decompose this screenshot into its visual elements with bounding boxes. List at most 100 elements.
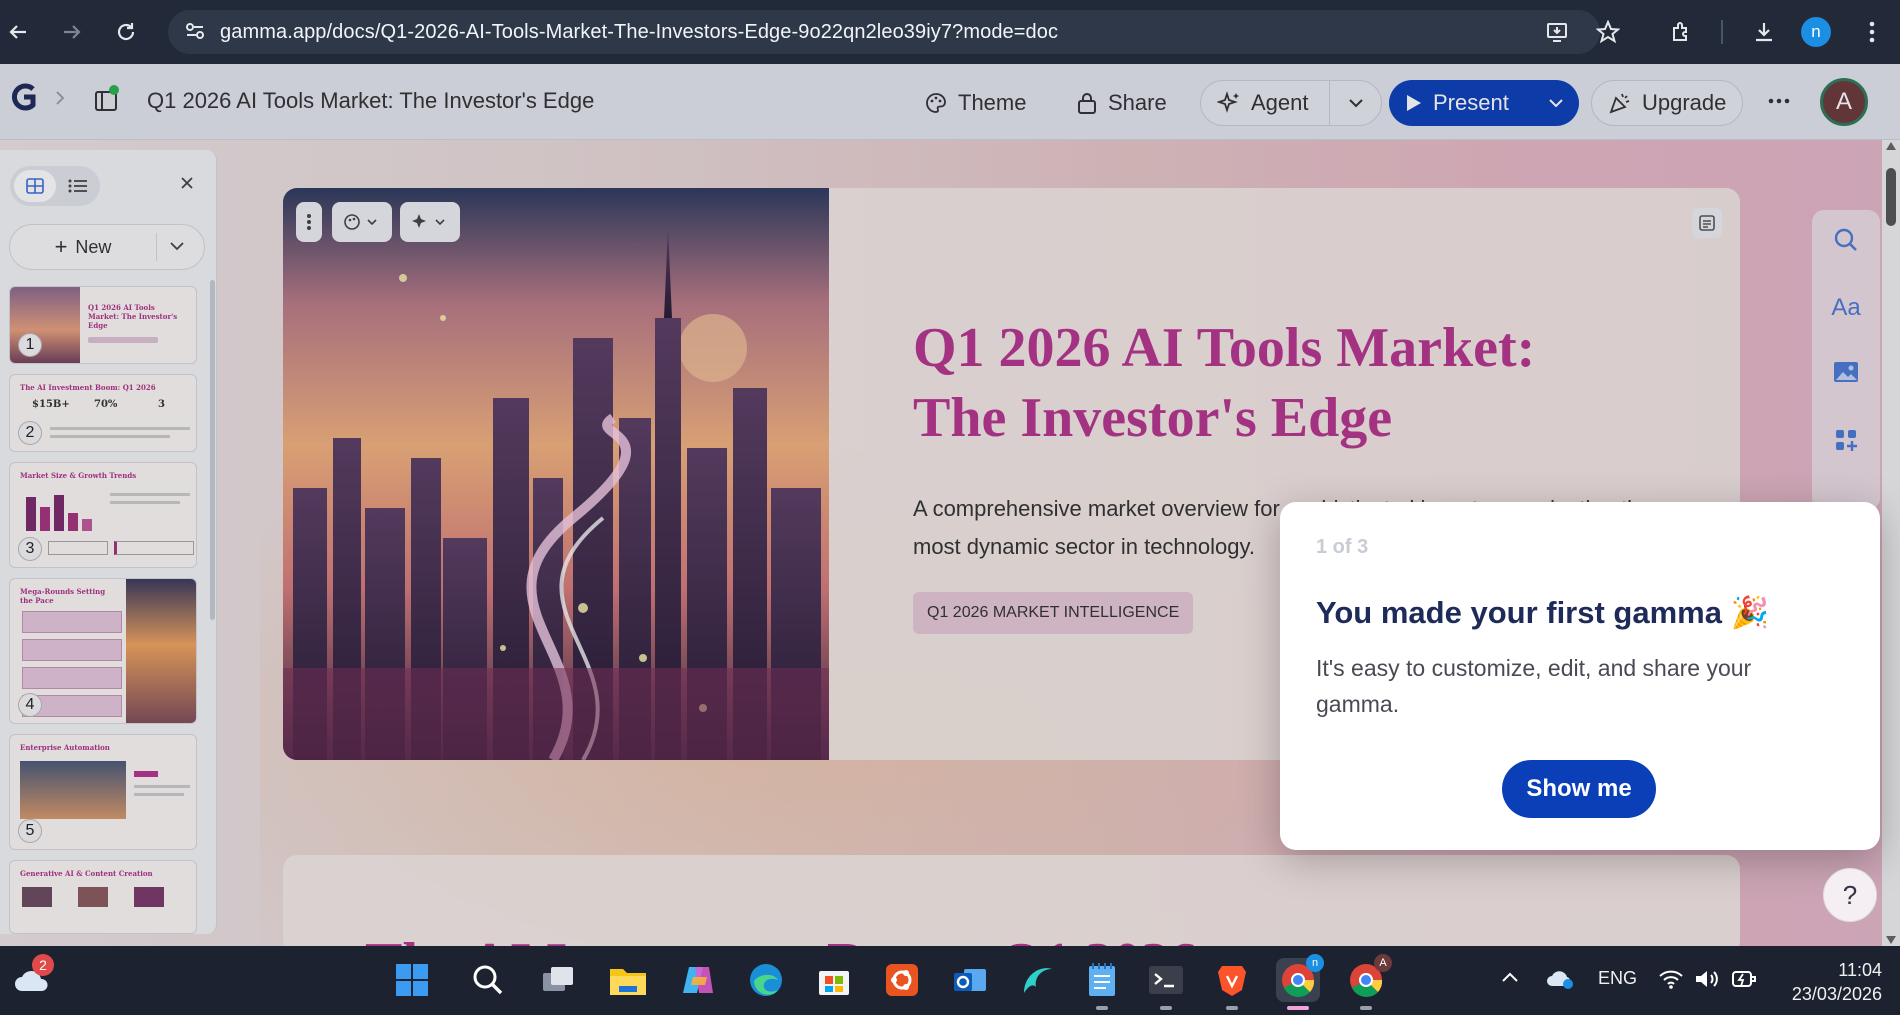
thumbnail-title: The AI Investment Boom: Q1 2026 (20, 383, 156, 392)
new-card-button[interactable]: + New (10, 225, 156, 269)
text-style-icon[interactable]: Aa (1830, 292, 1862, 324)
agent-control: Agent (1200, 80, 1382, 126)
chevron-down-icon[interactable] (168, 237, 192, 257)
back-icon[interactable] (2, 16, 34, 48)
wifi-icon[interactable] (1658, 968, 1684, 995)
upgrade-button[interactable]: Upgrade (1591, 80, 1744, 126)
bookmark-star-icon[interactable] (1592, 16, 1624, 48)
thumbnail-title: Market Size & Growth Trends (20, 471, 137, 480)
wave-app-icon[interactable] (1016, 958, 1060, 1002)
task-view-icon[interactable] (536, 958, 580, 1002)
profile-avatar[interactable]: n (1801, 17, 1831, 47)
copilot-icon[interactable] (676, 958, 720, 1002)
slide-thumbnail-1[interactable]: Q1 2026 AI Tools Market: The Investor's … (9, 286, 197, 364)
hero-image[interactable] (283, 188, 829, 760)
thumbnail-number: 5 (18, 819, 42, 843)
card-ai-button[interactable] (400, 202, 460, 242)
weather-widget-icon[interactable]: 2 (10, 954, 54, 1002)
notepad-icon[interactable] (1080, 958, 1124, 1010)
slides-sidebar: + New Q1 2026 AI Tools Market: The Inves… (0, 150, 217, 934)
brave-icon[interactable] (1210, 958, 1254, 1010)
market-tag[interactable]: Q1 2026 MARKET INTELLIGENCE (913, 592, 1194, 634)
agent-button[interactable]: Agent (1201, 90, 1329, 116)
list-view-icon[interactable] (62, 174, 94, 198)
slide-thumbnail-5[interactable]: Enterprise Automation 5 (9, 734, 197, 850)
theme-button[interactable]: Theme (912, 80, 1038, 126)
install-app-icon[interactable] (1542, 16, 1574, 48)
edge-icon[interactable] (744, 958, 788, 1002)
palette-icon (926, 93, 946, 113)
thumbnail-row (22, 639, 122, 661)
user-avatar[interactable]: A (1820, 78, 1868, 126)
slide-thumbnail-4[interactable]: Mega-Rounds Setting the Pace 4 (9, 578, 197, 724)
onedrive-icon[interactable] (1546, 966, 1576, 995)
share-button[interactable]: Share (1064, 80, 1179, 126)
vertical-scrollbar[interactable] (1882, 140, 1900, 946)
forward-icon[interactable] (56, 16, 88, 48)
thumbnail-tag (88, 337, 158, 343)
card-menu-icon[interactable] (296, 202, 322, 242)
thumbnail-row (22, 667, 122, 689)
agent-chevron-icon[interactable] (1330, 93, 1381, 113)
ubuntu-icon[interactable] (880, 958, 924, 1002)
browser-menu-icon[interactable] (1856, 16, 1888, 48)
thumbnail-text-line (134, 785, 190, 788)
terminal-icon[interactable] (1144, 958, 1188, 1010)
card-style-button[interactable] (332, 202, 392, 242)
extensions-icon[interactable] (1666, 16, 1698, 48)
card-title[interactable]: Q1 2026 AI Tools Market: The Investor's … (913, 313, 1613, 453)
thumbnail-tag (134, 771, 158, 777)
chrome-profile-a-icon[interactable]: A (1344, 954, 1392, 1010)
gamma-logo-icon[interactable] (4, 78, 44, 118)
file-explorer-icon[interactable] (606, 958, 650, 1002)
reload-icon[interactable] (110, 16, 142, 48)
clock-time: 11:04 (1838, 960, 1882, 980)
address-bar[interactable]: gamma.app/docs/Q1-2026-AI-Tools-Market-T… (168, 10, 1600, 54)
downloads-icon[interactable] (1748, 16, 1780, 48)
add-block-icon[interactable] (1830, 424, 1862, 456)
windows-taskbar: 2 n A ENG 11:04 23/03/2026 (0, 946, 1900, 1015)
folder-icon[interactable] (94, 84, 120, 114)
show-me-button[interactable]: Show me (1502, 760, 1656, 818)
onboarding-popup: 1 of 3 You made your first gamma 🎉 It's … (1280, 502, 1880, 850)
image-icon[interactable] (1830, 356, 1862, 388)
scroll-up-arrow-icon[interactable] (1886, 142, 1896, 150)
system-clock[interactable]: 11:04 23/03/2026 (1792, 958, 1882, 1006)
card-notes-icon[interactable] (1692, 208, 1722, 238)
sidebar-scrollbar[interactable] (210, 280, 215, 620)
chrome-profile-n-icon[interactable]: n (1276, 954, 1324, 1010)
show-hidden-icons-icon[interactable] (1500, 970, 1520, 989)
slide-thumbnail-6[interactable]: Generative AI & Content Creation (9, 860, 197, 934)
document-title[interactable]: Q1 2026 AI Tools Market: The Investor's … (147, 88, 594, 114)
search-icon[interactable] (1830, 224, 1862, 256)
thumbnail-stat: 3 (158, 399, 165, 410)
party-popper-icon: 🎉 (1730, 595, 1770, 630)
grid-view-icon[interactable] (14, 170, 56, 202)
new-button-label: New (75, 236, 112, 257)
language-indicator[interactable]: ENG (1598, 968, 1637, 989)
microsoft-store-icon[interactable] (812, 958, 856, 1002)
view-toggle (10, 166, 100, 206)
slide-thumbnail-3[interactable]: Market Size & Growth Trends 3 (9, 462, 197, 568)
thumbnail-image (20, 761, 126, 819)
start-windows-icon[interactable] (390, 958, 434, 1002)
scroll-thumb[interactable] (1886, 168, 1896, 226)
present-chevron-icon[interactable] (1533, 93, 1579, 113)
battery-charging-icon[interactable] (1730, 966, 1758, 997)
outlook-icon[interactable] (948, 958, 992, 1002)
volume-icon[interactable] (1694, 968, 1720, 995)
thumbnail-text-line (50, 435, 170, 438)
close-sidebar-icon[interactable] (176, 172, 198, 194)
popup-title-text: You made your first gamma (1316, 595, 1722, 630)
second-card[interactable]: The AI Investment Boom: Q1 2026 (283, 855, 1740, 955)
thumbnail-row (22, 611, 122, 633)
search-taskbar-icon[interactable] (466, 958, 510, 1002)
present-button[interactable]: Present (1389, 90, 1533, 116)
thumbnail-stat: $15B+ (32, 399, 70, 410)
help-button[interactable]: ? (1823, 868, 1877, 922)
slide-thumbnail-2[interactable]: The AI Investment Boom: Q1 2026 $15B+ 70… (9, 374, 197, 452)
thumbnail-text-line (110, 501, 180, 504)
scroll-down-arrow-icon[interactable] (1886, 936, 1896, 944)
more-options-icon[interactable] (1768, 92, 1790, 110)
site-info-icon[interactable] (184, 20, 206, 42)
